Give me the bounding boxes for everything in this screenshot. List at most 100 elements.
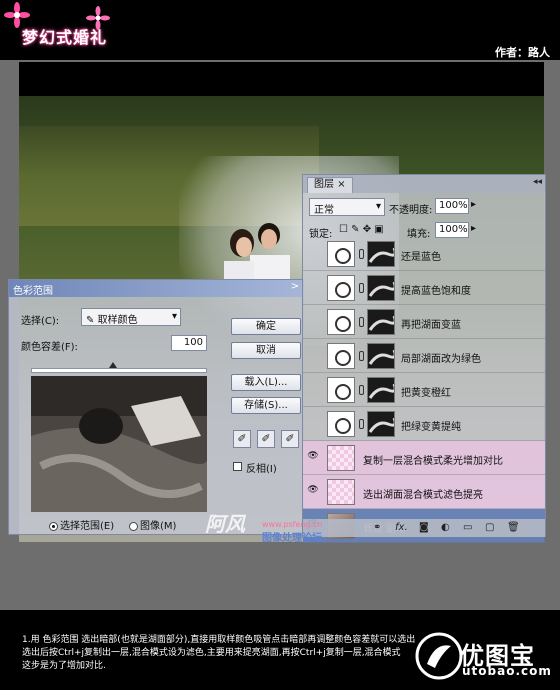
layer-row[interactable]: 再把湖面变蓝	[303, 305, 545, 339]
eye-icon[interactable]	[306, 247, 320, 261]
layer-thumbnail[interactable]	[327, 479, 355, 505]
eye-icon[interactable]	[306, 349, 320, 363]
layer-mask-thumbnail[interactable]	[367, 377, 395, 403]
slider-thumb[interactable]	[109, 362, 117, 368]
fuzziness-label: 颜色容差(F):	[21, 342, 78, 353]
fuzziness-slider[interactable]	[31, 368, 207, 373]
layer-mask-thumbnail[interactable]	[367, 309, 395, 335]
blend-mode-value: 正常	[314, 205, 334, 216]
layer-mask-thumbnail[interactable]	[367, 411, 395, 437]
adjustment-layer-icon	[327, 275, 355, 301]
trash-icon[interactable]: 🗑	[507, 522, 520, 533]
select-value: 取样颜色	[97, 315, 138, 326]
eye-icon[interactable]: 👁	[306, 485, 320, 499]
chain-link-icon[interactable]	[359, 317, 364, 327]
chain-link-icon[interactable]	[359, 249, 364, 259]
radio-selected-icon	[49, 521, 58, 531]
opacity-arrow-icon[interactable]: ▸	[471, 199, 476, 210]
layer-thumbnail[interactable]	[327, 445, 355, 471]
layers-panel: 图层 × ◂◂ 正常 ▾ 不透明度: 100% ▸ 锁定: ☐ ✎ ✥ ▣ 填充…	[302, 174, 546, 543]
eyedropper-minus-icon[interactable]: ✐	[281, 430, 299, 448]
author-label: 作者：路人	[495, 46, 550, 59]
eye-icon[interactable]	[306, 417, 320, 431]
credit-url: www.psfeng.cn	[262, 520, 323, 529]
layer-row[interactable]: 还是蓝色	[303, 237, 545, 271]
eye-icon[interactable]	[306, 281, 320, 295]
dialog-titlebar[interactable]: 色彩范围 >	[9, 280, 303, 297]
layer-name: 再把湖面变蓝	[401, 320, 461, 331]
fx-icon[interactable]: fx.	[395, 522, 408, 533]
dialog-title: 色彩范围	[13, 286, 53, 297]
invert-label: 反相(I)	[246, 464, 277, 475]
radio-selection[interactable]: 选择范围(E)	[49, 517, 114, 532]
close-icon[interactable]: ×	[337, 179, 345, 190]
blend-mode-select[interactable]: 正常 ▾	[309, 198, 385, 216]
chain-link-icon[interactable]	[359, 419, 364, 429]
eye-icon[interactable]: 👁	[306, 451, 320, 465]
save-button[interactable]: 存储(S)...	[231, 397, 301, 414]
selection-preview	[31, 376, 207, 512]
load-button[interactable]: 载入(L)...	[231, 374, 301, 391]
page-title: 梦幻式婚礼	[22, 28, 108, 47]
select-dropdown[interactable]: ✎ 取样颜色 ▾	[81, 308, 181, 326]
radio-image[interactable]: 图像(M)	[129, 517, 176, 532]
radio-icon	[129, 521, 138, 531]
layer-name: 还是蓝色	[401, 252, 441, 263]
link-icon[interactable]: ⚭	[373, 522, 381, 533]
layer-row[interactable]: 局部湖面改为绿色	[303, 339, 545, 373]
layer-name: 局部湖面改为绿色	[401, 354, 481, 365]
chain-link-icon[interactable]	[359, 351, 364, 361]
adjustment-layer-icon	[327, 411, 355, 437]
lock-icons[interactable]: ☐ ✎ ✥ ▣	[339, 224, 384, 235]
radio-image-label: 图像(M)	[140, 521, 177, 532]
eye-icon[interactable]	[306, 383, 320, 397]
caption-line: 1.用 色彩范围 选出暗部(也就是湖面部分),直接用取样颜色吸管点击暗部再调整颜…	[22, 635, 416, 645]
fill-input[interactable]: 100%	[435, 222, 469, 238]
close-icon[interactable]: >	[289, 281, 301, 295]
adjustment-icon[interactable]: ◐	[441, 522, 450, 533]
watermark-url: utobao.com	[462, 664, 552, 678]
layers-tabbar: 图层 × ◂◂	[303, 175, 545, 193]
layer-mask-thumbnail[interactable]	[367, 343, 395, 369]
ok-button[interactable]: 确定	[231, 318, 301, 335]
fuzziness-input[interactable]: 100	[171, 335, 207, 351]
opacity-input[interactable]: 100%	[435, 198, 469, 214]
new-layer-icon[interactable]: ▢	[485, 522, 494, 533]
header-banner: 梦幻式婚礼 作者：路人	[0, 0, 560, 60]
layer-row[interactable]: 👁 复制一层混合模式柔光增加对比	[303, 441, 545, 475]
eyedropper-plus-icon[interactable]: ✐	[257, 430, 275, 448]
color-range-dialog: 色彩范围 > 选择(C): ✎ 取样颜色 ▾ 颜色容差(F): 100 确定 取…	[8, 279, 304, 535]
eyedropper-icon[interactable]: ✐	[233, 430, 251, 448]
fill-arrow-icon[interactable]: ▸	[471, 223, 476, 234]
layer-name: 把黄变橙红	[401, 388, 451, 399]
mask-icon[interactable]: ◙	[419, 522, 429, 533]
caption-line: 这步是为了增加对比.	[22, 661, 106, 671]
layer-row[interactable]: 把黄变橙红	[303, 373, 545, 407]
cancel-button[interactable]: 取消	[231, 342, 301, 359]
layer-row[interactable]: 提高蓝色饱和度	[303, 271, 545, 305]
layer-name: 复制一层混合模式柔光增加对比	[363, 456, 503, 467]
radio-selection-label: 选择范围(E)	[60, 521, 115, 532]
adjustment-layer-icon	[327, 343, 355, 369]
folder-icon[interactable]: ▭	[463, 522, 472, 533]
credit-forum: 图像处理论坛	[262, 533, 322, 544]
opacity-label: 不透明度:	[389, 205, 433, 216]
layer-row[interactable]: 👁 选出湖面混合模式滤色提亮	[303, 475, 545, 509]
credit-signature: 阿风	[205, 512, 245, 536]
chain-link-icon[interactable]	[359, 385, 364, 395]
chain-link-icon[interactable]	[359, 283, 364, 293]
eye-icon[interactable]	[306, 315, 320, 329]
tab-layers[interactable]: 图层 ×	[307, 177, 353, 193]
invert-checkbox[interactable]	[233, 462, 242, 471]
adjustment-layer-icon	[327, 309, 355, 335]
layer-name: 把绿变黄提纯	[401, 422, 461, 433]
eyedropper-icon: ✎	[86, 315, 95, 326]
layer-mask-thumbnail[interactable]	[367, 241, 395, 267]
layer-mask-thumbnail[interactable]	[367, 275, 395, 301]
layer-row[interactable]: 把绿变黄提纯	[303, 407, 545, 441]
preview-image	[31, 376, 207, 512]
collapse-icon[interactable]: ◂◂	[533, 177, 542, 187]
chevron-down-icon: ▾	[171, 311, 177, 322]
caption-line: 选出后按Ctrl+j复制出一层,混合模式设为滤色,主要用来提亮湖面,再按Ctrl…	[22, 648, 401, 658]
chevron-down-icon: ▾	[375, 201, 381, 212]
